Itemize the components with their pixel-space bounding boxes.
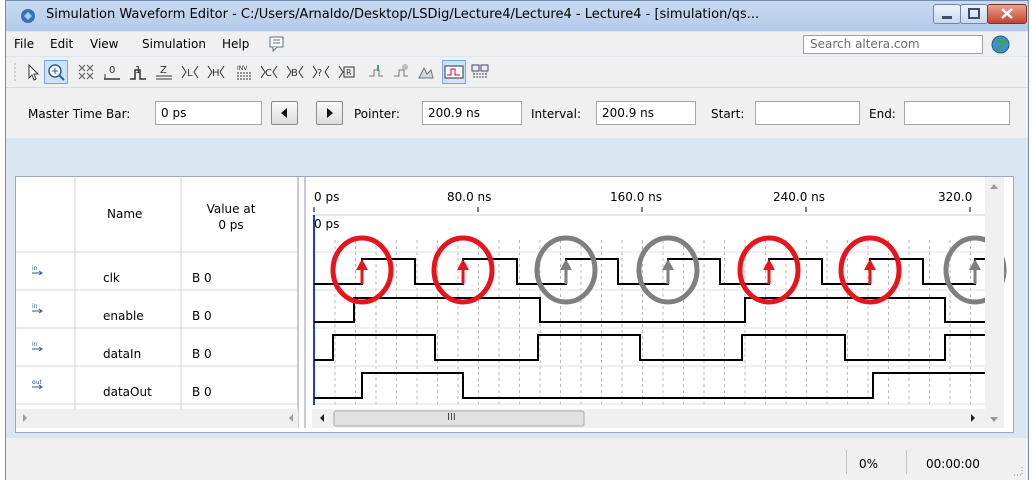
force-high-icon[interactable]: 1 [128,62,148,82]
grid-icon[interactable] [416,62,436,82]
next-transition-button[interactable] [316,101,343,125]
minimize-icon [942,16,952,19]
pointer-input[interactable]: 200.9 ns [422,101,522,125]
svg-text:L: L [187,68,193,79]
close-button[interactable] [987,4,1027,24]
end-input[interactable] [904,101,1010,125]
menu-help[interactable]: Help [222,37,249,51]
close-icon [1001,8,1013,19]
random-value-icon[interactable]: ? [311,62,331,82]
end-label: End: [869,107,896,121]
input-pin-icon: in [32,303,43,314]
count-value-icon[interactable]: C [259,62,279,82]
svg-text:in: in [32,341,38,348]
waveform-compare-icon [444,65,464,79]
scroll-thumb-label: III [447,412,456,423]
waveform-grid [15,176,1014,433]
start-input[interactable] [755,101,860,125]
progress-percent: 0% [859,457,879,471]
elapsed-time: 00:00:00 [926,457,980,471]
signal-name: enable [103,309,144,323]
maximize-icon [968,8,980,19]
waveform-compare-button[interactable] [442,60,466,84]
signal-name: clk [103,271,120,285]
previous-transition-button[interactable] [271,101,298,125]
svg-text:out: out [32,379,42,386]
signal-value: B 0 [192,271,212,285]
toolbar: 0 1 Z L H INV C B ? R [6,57,1028,88]
zoom-tool-icon [48,64,65,81]
search-input[interactable]: Search altera.com [803,35,983,54]
minimize-button[interactable] [933,4,961,24]
waveform-scroll-thumb[interactable] [333,410,585,427]
svg-text:C: C [265,68,272,79]
window-title: Simulation Waveform Editor - C:/Users/Ar… [46,7,760,22]
svg-text:H: H [212,68,220,79]
help-balloon-icon[interactable] [269,36,285,52]
status-separator [846,450,847,474]
interval-label: Interval: [531,107,581,121]
resize-grip-icon[interactable] [1012,465,1024,477]
time-label: 320.0 [938,190,973,204]
globe-icon[interactable] [991,35,1010,54]
value-header-line2: 0 ps [218,218,244,232]
maximize-button[interactable] [960,4,988,24]
time-label: 240.0 ns [773,190,826,204]
signal-name: dataOut [103,385,152,399]
master-time-label: Master Time Bar: [28,107,131,121]
value-header-line1: Value at [206,202,256,216]
time-label: 80.0 ns [447,190,492,204]
sort-icon[interactable] [391,62,411,82]
svg-text:Z: Z [160,65,167,76]
output-pin-icon: out [32,379,43,390]
force-low-icon[interactable]: 0 [102,62,122,82]
arrow-right-icon [327,108,333,118]
high-impedance-icon[interactable]: Z [154,62,174,82]
signal-name: dataIn [103,347,142,361]
time-bar: Master Time Bar: 0 ps Pointer: 200.9 ns … [6,88,1028,138]
menu-file[interactable]: File [14,37,34,51]
status-separator [906,450,907,474]
name-column-header[interactable]: Name [107,207,142,221]
menu-bar: File Edit View Simulation Help Search al… [6,32,1028,56]
value-column-header[interactable]: Value at 0 ps [186,201,276,233]
svg-text:in: in [32,303,38,310]
title-bar[interactable]: Simulation Waveform Editor - C:/Users/Ar… [6,1,1028,31]
input-pin-icon: in [32,341,43,352]
svg-text:R: R [346,68,352,77]
svg-text:INV: INV [237,65,248,72]
uninitialized-icon[interactable] [76,62,96,82]
pointer-label: Pointer: [354,107,400,121]
menu-edit[interactable]: Edit [50,37,73,51]
weak-high-icon[interactable]: H [206,62,226,82]
master-time-input[interactable]: 0 ps [155,101,262,125]
weak-low-icon[interactable]: L [180,62,200,82]
svg-text:?: ? [317,68,322,79]
menu-view[interactable]: View [90,37,118,51]
time-label: 0 ps [314,190,340,204]
arbitrary-value-icon[interactable]: B [285,62,305,82]
svg-text:B: B [291,68,298,79]
signal-value: B 0 [192,347,212,361]
menu-simulation[interactable]: Simulation [142,37,206,51]
signal-value: B 0 [192,309,212,323]
start-label: Start: [711,107,745,121]
overwrite-clock-icon[interactable]: R [337,62,357,82]
svg-text:0: 0 [109,65,115,76]
zoom-tool-button[interactable] [44,60,68,84]
interval-input[interactable]: 200.9 ns [596,101,696,125]
quartus-app-icon [21,9,35,23]
status-bar: 0% 00:00:00 [6,438,1028,480]
toolbar-grip [14,63,16,81]
signal-value: B 0 [192,385,212,399]
invert-icon[interactable]: INV [234,62,254,82]
snap-icon[interactable] [366,62,386,82]
input-pin-icon: in [32,265,43,276]
master-cursor-label: 0 ps [314,217,340,231]
arrow-left-icon [281,108,287,118]
time-label: 160.0 ns [610,190,663,204]
group-icon[interactable] [470,62,490,82]
svg-text:in: in [32,265,38,272]
pointer-tool-icon[interactable] [23,62,43,82]
